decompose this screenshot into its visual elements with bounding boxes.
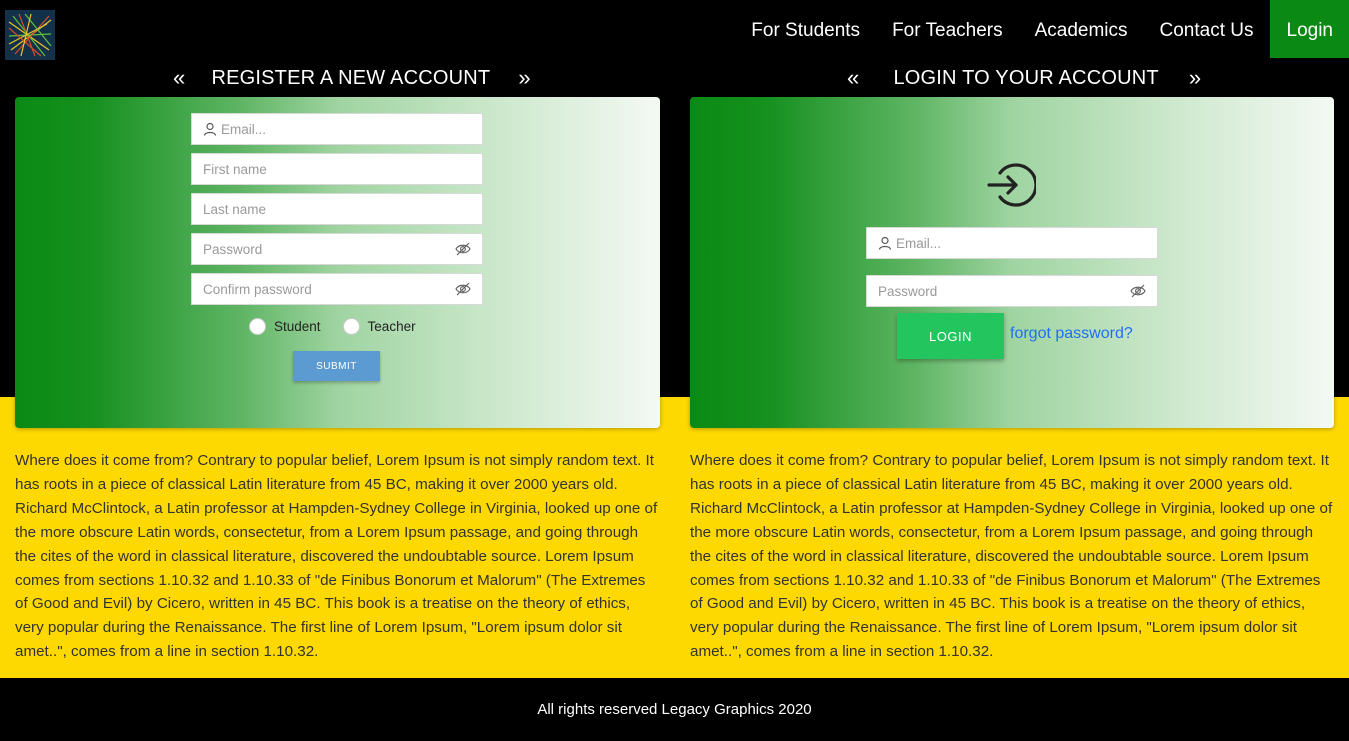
teacher-radio-label: Teacher <box>367 319 416 334</box>
login-email-field[interactable]: Email... <box>866 227 1158 259</box>
register-title-bar: « REGISTER A NEW ACCOUNT » <box>173 64 531 92</box>
register-confirm-password-field[interactable]: Confirm password <box>191 273 483 305</box>
register-email-field[interactable]: Email... <box>191 113 483 145</box>
register-first-name-field[interactable]: First name <box>191 153 483 185</box>
register-prev-arrow[interactable]: « <box>173 65 185 91</box>
user-icon <box>203 122 217 136</box>
login-title-bar: « LOGIN TO YOUR ACCOUNT » <box>847 64 1201 92</box>
login-next-arrow[interactable]: » <box>1189 65 1201 91</box>
register-title: REGISTER A NEW ACCOUNT <box>211 66 491 89</box>
nav-for-teachers[interactable]: For Teachers <box>876 0 1019 58</box>
nav-login[interactable]: Login <box>1269 0 1349 58</box>
login-title: LOGIN TO YOUR ACCOUNT <box>893 66 1159 89</box>
register-next-arrow[interactable]: » <box>518 65 530 91</box>
eye-off-icon[interactable] <box>1130 283 1146 299</box>
login-button[interactable]: LOGIN <box>897 313 1004 359</box>
register-email-placeholder: Email... <box>221 121 267 137</box>
login-password-placeholder: Password <box>878 283 938 299</box>
logo-icon[interactable] <box>5 10 55 60</box>
first-name-placeholder: First name <box>203 161 267 177</box>
login-email-placeholder: Email... <box>896 235 942 251</box>
student-radio-label: Student <box>274 319 321 334</box>
register-last-name-field[interactable]: Last name <box>191 193 483 225</box>
login-password-field[interactable]: Password <box>866 275 1158 307</box>
eye-off-icon[interactable] <box>455 281 471 297</box>
login-arrow-icon <box>987 163 1036 207</box>
password-placeholder: Password <box>203 241 263 257</box>
last-name-placeholder: Last name <box>203 201 267 217</box>
confirm-password-placeholder: Confirm password <box>203 281 312 297</box>
submit-button[interactable]: SUBMIT <box>293 351 380 381</box>
login-prev-arrow[interactable]: « <box>847 65 859 91</box>
login-description: Where does it come from? Contrary to pop… <box>690 452 1333 661</box>
student-radio[interactable] <box>249 318 266 335</box>
forgot-password-link[interactable]: forgot password? <box>1010 325 1133 343</box>
role-radio-group: Student Teacher <box>249 318 416 335</box>
register-card: Email... First name Last name Password C… <box>15 97 660 428</box>
footer: All rights reserved Legacy Graphics 2020 <box>0 678 1349 741</box>
eye-off-icon[interactable] <box>455 241 471 257</box>
nav-academics[interactable]: Academics <box>1019 0 1144 58</box>
footer-text: All rights reserved Legacy Graphics 2020 <box>537 701 812 718</box>
register-password-field[interactable]: Password <box>191 233 483 265</box>
login-card: Email... Password LOGIN forgot password? <box>690 97 1334 428</box>
register-description: Where does it come from? Contrary to pop… <box>15 452 658 661</box>
main-nav: For Students For Teachers Academics Cont… <box>735 0 1349 58</box>
nav-contact-us[interactable]: Contact Us <box>1144 0 1270 58</box>
nav-for-students[interactable]: For Students <box>735 0 876 58</box>
user-icon <box>878 236 892 250</box>
teacher-radio[interactable] <box>342 318 360 335</box>
